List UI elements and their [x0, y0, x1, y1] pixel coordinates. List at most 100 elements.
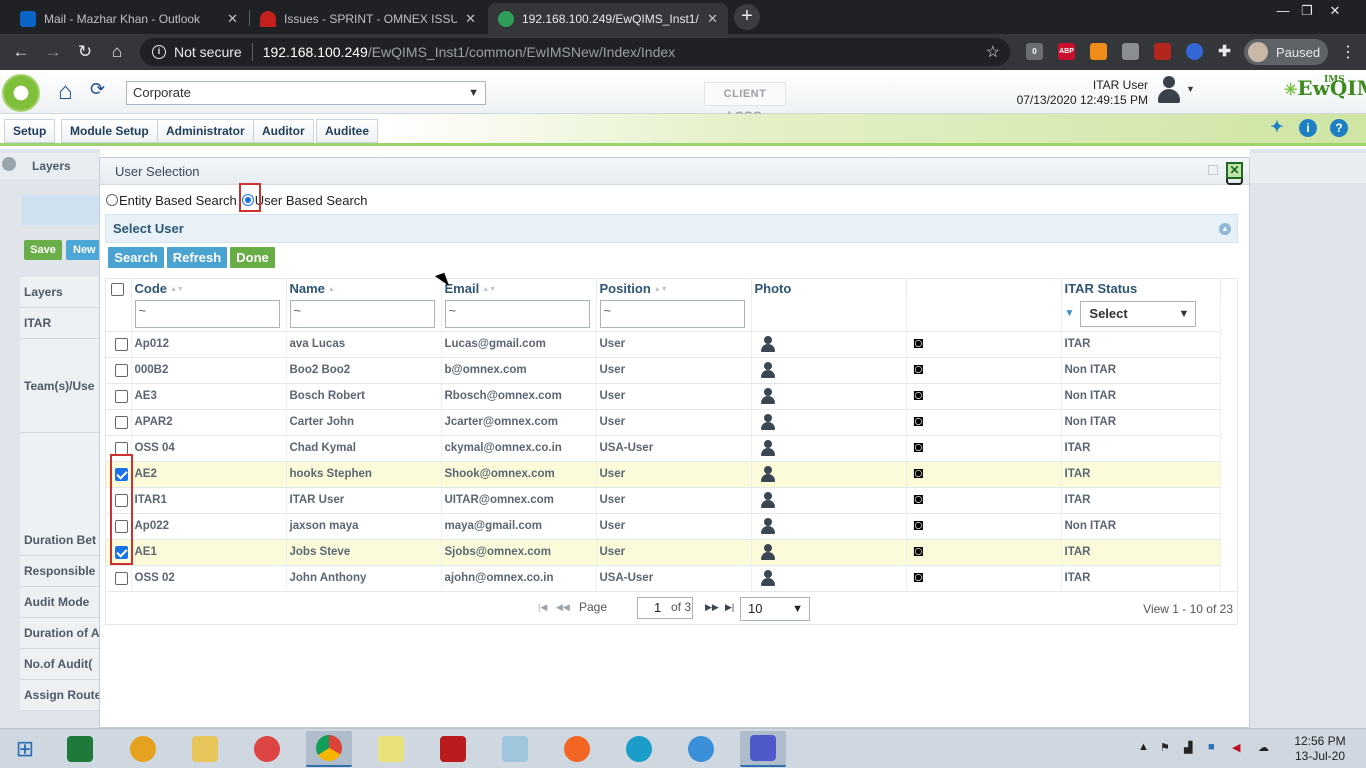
refresh-button[interactable]: Refresh	[167, 247, 227, 268]
prev-page-icon[interactable]: ◀◀	[556, 602, 570, 613]
done-button[interactable]: Done	[230, 247, 275, 268]
table-row[interactable]: ITAR1 ITAR User UITAR@omnex.com User ◙ ITAR	[106, 487, 1221, 514]
new-tab-button[interactable]: +	[734, 4, 760, 30]
tab-issues[interactable]: Issues - SPRINT - OMNEX ISSUE ✕	[250, 3, 486, 34]
table-row[interactable]: OSS 02 John Anthony ajohn@omnex.co.in USA-U…	[106, 565, 1221, 592]
start-button[interactable]: ⊞	[2, 731, 48, 767]
email-filter-input[interactable]: ~	[444, 299, 590, 328]
name-filter-input[interactable]: ~	[289, 299, 435, 328]
taskbar-snipping[interactable]	[244, 731, 290, 767]
camera-icon[interactable]: ◙	[914, 491, 924, 509]
last-page-icon[interactable]: ▶|	[725, 602, 734, 613]
entity-based-label[interactable]: Entity Based Search	[119, 193, 237, 208]
tray-app-icon[interactable]: ■	[1208, 741, 1215, 753]
close-tab-icon[interactable]: ✕	[707, 11, 718, 27]
tray-chevron-icon[interactable]: ▲	[1138, 741, 1149, 753]
pdf-extension-icon[interactable]	[1154, 43, 1171, 60]
close-icon[interactable]: ✕	[1226, 162, 1243, 179]
row-checkbox[interactable]	[115, 363, 128, 377]
user-based-label[interactable]: User Based Search	[255, 193, 368, 208]
menu-setup[interactable]: Setup	[4, 119, 56, 143]
menu-module-setup[interactable]: Module Setup	[61, 119, 158, 143]
taskbar-stickynotes[interactable]	[368, 731, 414, 767]
back-icon[interactable]: ←	[10, 41, 32, 63]
camera-icon[interactable]: ◙	[914, 413, 924, 431]
table-row[interactable]: AE2 hooks Stephen Shook@omnex.com User ◙ ITAR	[106, 461, 1221, 488]
tray-flag-icon[interactable]: ⚑	[1160, 741, 1170, 754]
collapse-icon[interactable]: ▲	[1219, 223, 1231, 235]
info-icon[interactable]: i	[152, 45, 166, 59]
col-email[interactable]: Email ▲▼	[441, 279, 597, 297]
refresh-icon[interactable]: ⟳	[90, 79, 105, 100]
page-size-select[interactable]: 10 ▼	[740, 597, 810, 621]
home-icon[interactable]: ⌂	[106, 41, 128, 63]
restore-icon[interactable]: ❐	[1292, 2, 1322, 20]
chevron-down-icon[interactable]: ▼	[1186, 84, 1195, 94]
camera-icon[interactable]: ◙	[914, 465, 924, 483]
home-icon[interactable]: ⌂	[58, 78, 73, 106]
table-row[interactable]: OSS 04 Chad Kymal ckymal@omnex.co.in USA-Us…	[106, 435, 1221, 462]
url-input[interactable]: i Not secure 192.168.100.249/EwQIMS_Inst…	[140, 38, 1010, 66]
taskbar-app[interactable]	[430, 731, 476, 767]
menu-auditor[interactable]: Auditor	[253, 119, 314, 143]
pin-icon[interactable]: ✦	[1268, 119, 1286, 137]
row-checkbox[interactable]	[115, 441, 128, 455]
volume-muted-icon[interactable]: ◀	[1232, 741, 1240, 754]
menu-administrator[interactable]: Administrator	[157, 119, 254, 143]
table-row[interactable]: Ap022 jaxson maya maya@gmail.com User ◙ Non I…	[106, 513, 1221, 540]
position-filter-input[interactable]: ~	[599, 299, 745, 328]
forward-icon[interactable]: →	[42, 41, 64, 63]
camera-icon[interactable]: ◙	[914, 361, 924, 379]
tab-outlook[interactable]: Mail - Mazhar Khan - Outlook ✕	[10, 3, 248, 34]
col-name[interactable]: Name ▲	[286, 279, 442, 297]
camera-icon[interactable]: ◙	[914, 517, 924, 535]
taskbar-app[interactable]	[492, 731, 538, 767]
table-row[interactable]: AE3 Bosch Robert Rbosch@omnex.com User ◙ Non …	[106, 383, 1221, 410]
save-button[interactable]: Save	[24, 240, 62, 260]
taskbar-ie[interactable]	[678, 731, 724, 767]
bookmark-star-icon[interactable]: ☆	[986, 42, 1000, 62]
taskbar-explorer[interactable]	[182, 731, 228, 767]
corporate-select[interactable]: Corporate ▼	[126, 81, 486, 105]
help-icon[interactable]: ?	[1330, 119, 1348, 137]
row-checkbox[interactable]	[115, 337, 128, 351]
extension-icon[interactable]: 0	[1026, 43, 1043, 60]
table-row[interactable]: 000B2 Boo2 Boo2 b@omnex.com User ◙ Non ITAR	[106, 357, 1221, 384]
adblock-icon[interactable]: ABP	[1058, 43, 1075, 60]
taskbar-edge[interactable]	[616, 731, 662, 767]
camera-icon[interactable]: ◙	[914, 387, 924, 405]
camera-icon[interactable]: ◙	[914, 335, 924, 353]
profile-button[interactable]: Paused	[1244, 39, 1328, 65]
taskbar-chrome[interactable]	[306, 731, 352, 767]
row-checkbox[interactable]	[115, 389, 128, 403]
window-close-icon[interactable]: ✕	[1320, 2, 1350, 20]
table-row[interactable]: APAR2 Carter John Jcarter@omnex.com User ◙ No…	[106, 409, 1221, 436]
extension-icon[interactable]	[1122, 43, 1139, 60]
table-row[interactable]: AE1 Jobs Steve Sjobs@omnex.com User ◙ ITAR	[106, 539, 1221, 566]
network-icon[interactable]: ▟	[1184, 741, 1192, 754]
close-tab-icon[interactable]: ✕	[227, 11, 238, 27]
extensions-puzzle-icon[interactable]: ✚	[1216, 43, 1233, 60]
extension-icon[interactable]	[1186, 43, 1203, 60]
filter-funnel-icon[interactable]: ▼	[1065, 308, 1075, 319]
taskbar-teams[interactable]	[740, 731, 786, 767]
taskbar-app[interactable]	[120, 731, 166, 767]
close-tab-icon[interactable]: ✕	[465, 11, 476, 27]
onedrive-icon[interactable]: ☁	[1258, 741, 1269, 754]
select-all-checkbox[interactable]	[111, 282, 124, 296]
info-icon[interactable]: i	[1299, 119, 1317, 137]
col-code[interactable]: Code ▲▼	[131, 279, 287, 297]
reload-icon[interactable]: ↻	[74, 41, 96, 63]
code-filter-input[interactable]: ~	[134, 299, 280, 328]
search-button[interactable]: Search	[108, 247, 164, 268]
camera-icon[interactable]: ◙	[914, 543, 924, 561]
row-checkbox[interactable]	[115, 415, 128, 429]
entity-based-radio[interactable]	[106, 194, 118, 206]
maximize-icon[interactable]	[1208, 165, 1218, 175]
col-itar[interactable]: ITAR Status	[1061, 279, 1221, 297]
extension-icon[interactable]	[1090, 43, 1107, 60]
user-avatar-icon[interactable]	[1156, 76, 1182, 106]
taskbar-excel[interactable]	[57, 731, 103, 767]
camera-icon[interactable]: ◙	[914, 569, 924, 587]
col-position[interactable]: Position ▲▼	[596, 279, 752, 297]
